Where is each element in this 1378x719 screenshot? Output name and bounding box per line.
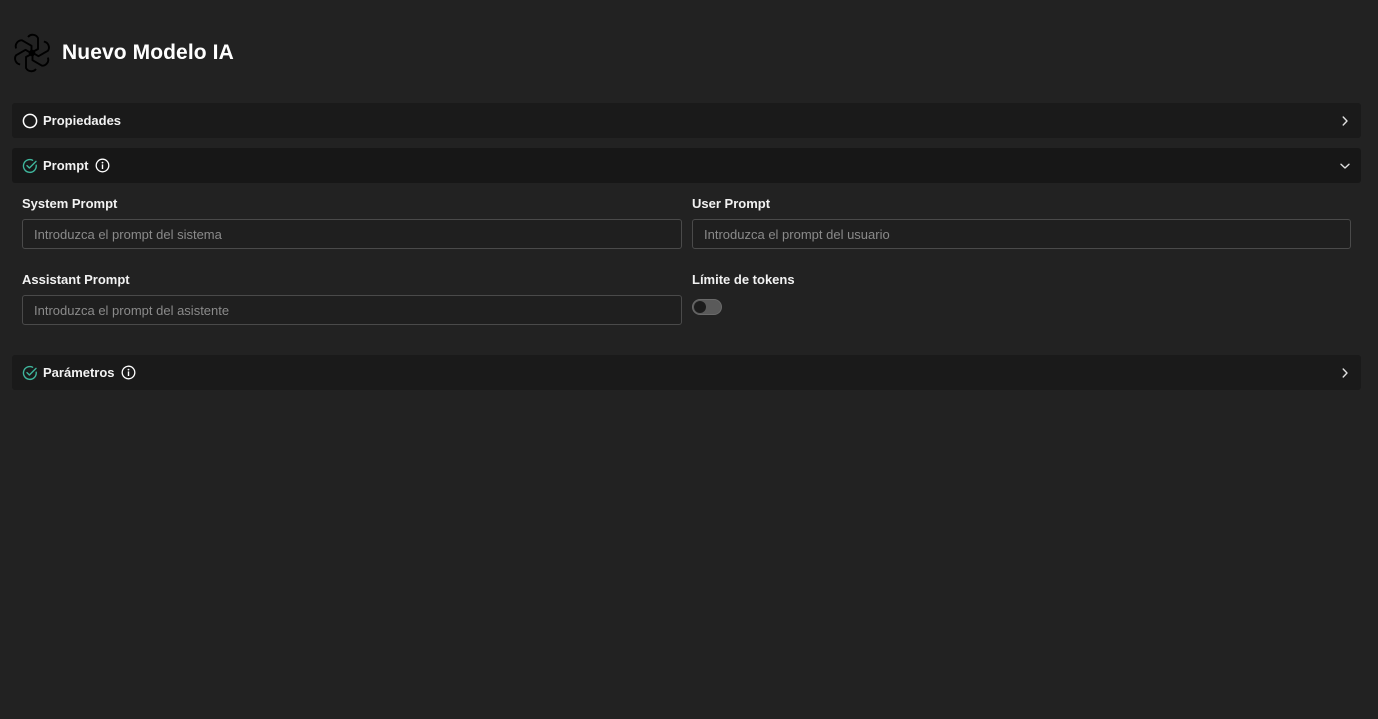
user-prompt-label: User Prompt [692,196,771,211]
page: Nuevo Modelo IA Propiedades Prompt Syste… [0,0,1378,719]
check-circle-icon [22,365,38,381]
chevron-right-icon[interactable] [1339,115,1351,127]
page-header: Nuevo Modelo IA [12,33,234,73]
user-prompt-input[interactable] [692,219,1351,249]
info-icon[interactable] [121,365,136,380]
check-circle-icon [22,158,38,174]
token-limit-label: Límite de tokens [692,272,795,287]
section-title-prompt: Prompt [43,158,89,173]
section-title-properties: Propiedades [43,113,122,128]
section-header-parameters[interactable]: Parámetros [12,355,1361,390]
assistant-prompt-label: Assistant Prompt [22,272,130,287]
info-icon[interactable] [95,158,110,173]
assistant-prompt-input[interactable] [22,295,682,325]
section-header-properties[interactable]: Propiedades [12,103,1361,138]
section-header-prompt[interactable]: Prompt [12,148,1361,183]
circle-outline-icon [22,113,38,129]
toggle-knob [694,301,706,313]
system-prompt-label: System Prompt [22,196,118,211]
section-title-parameters: Parámetros [43,365,115,380]
token-limit-toggle[interactable] [692,299,722,315]
system-prompt-input[interactable] [22,219,682,249]
openai-logo-icon [12,33,52,73]
chevron-right-icon[interactable] [1339,367,1351,379]
page-title: Nuevo Modelo IA [62,41,234,64]
chevron-down-icon[interactable] [1339,160,1351,172]
